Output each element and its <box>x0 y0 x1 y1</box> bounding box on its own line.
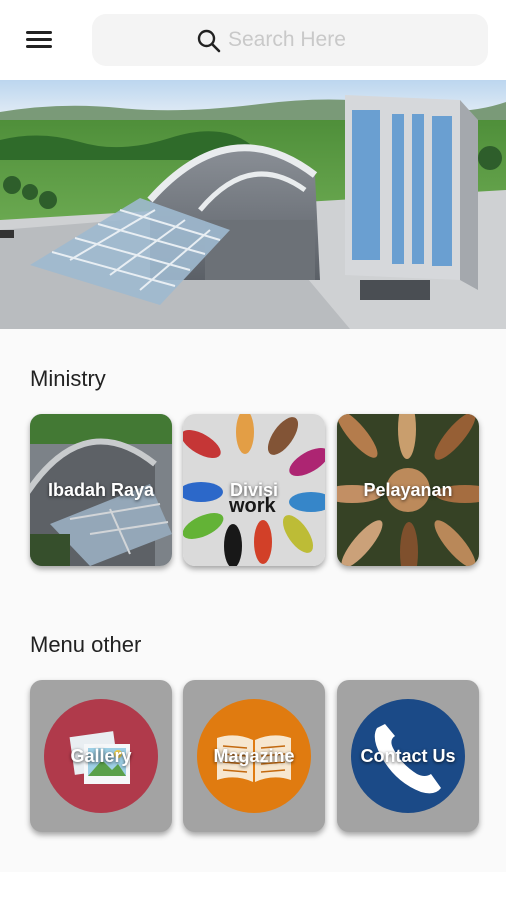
search-bar[interactable] <box>92 14 488 66</box>
menu-tile-contact-us[interactable]: Contact Us <box>337 680 479 832</box>
ministry-tile-pelayanan[interactable]: Pelayanan <box>337 414 479 566</box>
hero-banner-image <box>0 80 506 329</box>
hamburger-menu-icon[interactable] <box>24 26 56 54</box>
top-bar <box>0 0 506 80</box>
menu-tile-gallery[interactable]: Gallery <box>30 680 172 832</box>
menu-tile-label: Contact Us <box>360 746 456 766</box>
ministry-tile-label: Pelayanan <box>363 480 453 500</box>
ministry-tile-ibadah-raya[interactable]: Ibadah Raya <box>30 414 172 566</box>
ministry-tile-divisi[interactable]: work Divisi <box>183 414 325 566</box>
search-input[interactable] <box>228 24 468 56</box>
menu-other-section-title: Menu other <box>30 632 142 657</box>
ministry-tile-label: Ibadah Raya <box>47 480 155 500</box>
search-icon[interactable] <box>196 28 222 54</box>
menu-tile-magazine[interactable]: Magazine <box>183 680 325 832</box>
ministry-section-title: Ministry <box>30 366 106 391</box>
menu-tile-label: Gallery <box>70 746 132 766</box>
bottom-bar <box>0 872 506 900</box>
ministry-tile-label: Divisi <box>229 480 279 500</box>
menu-tile-label: Magazine <box>213 746 295 766</box>
